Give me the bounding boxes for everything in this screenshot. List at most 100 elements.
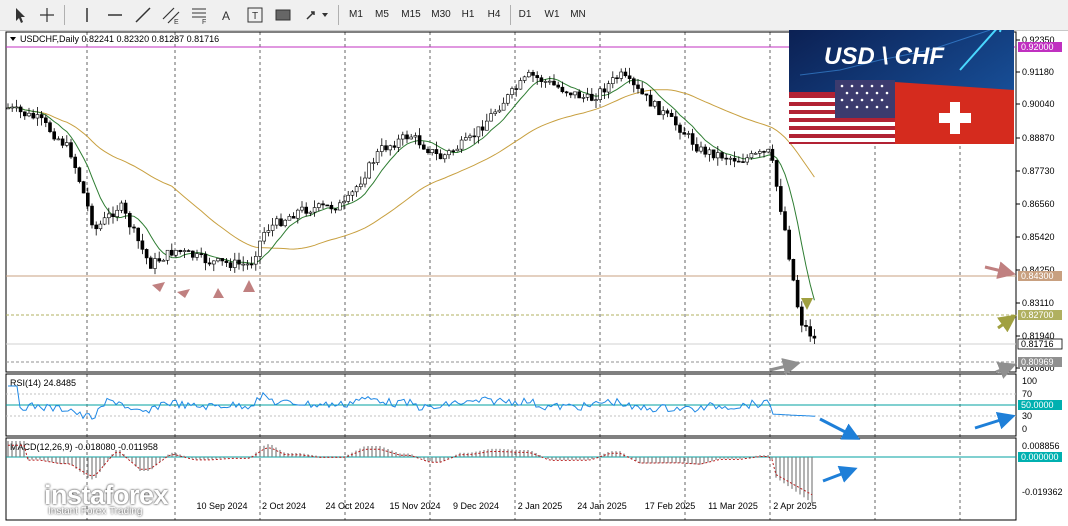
candle xyxy=(60,138,65,146)
candle xyxy=(451,150,456,152)
candle xyxy=(94,224,98,230)
candle xyxy=(564,91,569,94)
svg-text:F: F xyxy=(202,19,206,26)
candle xyxy=(556,84,561,88)
chart-header: USDCHF,Daily 0.82241 0.82320 0.81287 0.8… xyxy=(20,34,219,44)
candle xyxy=(434,149,439,155)
date-label: 17 Feb 2025 xyxy=(645,501,696,511)
candle xyxy=(43,117,48,123)
candle xyxy=(430,149,435,153)
tf-m30[interactable]: M30 xyxy=(426,4,456,26)
candle xyxy=(308,211,313,214)
candle xyxy=(791,258,796,281)
candle xyxy=(22,111,27,117)
candle xyxy=(186,250,191,252)
tf-mn[interactable]: MN xyxy=(566,4,590,26)
candle xyxy=(220,258,224,262)
candle xyxy=(640,88,645,95)
candle xyxy=(682,132,687,135)
candle xyxy=(111,213,115,217)
candle xyxy=(249,263,254,266)
candle xyxy=(522,76,527,81)
candle xyxy=(123,202,128,214)
candle xyxy=(766,148,771,153)
candle xyxy=(778,186,783,212)
candle xyxy=(304,206,309,214)
vertical-line-icon[interactable] xyxy=(76,4,98,26)
rectangle-icon[interactable] xyxy=(272,4,294,26)
text-label-icon[interactable]: T xyxy=(244,4,266,26)
cursor-icon[interactable] xyxy=(8,4,30,26)
date-label: 9 Dec 2024 xyxy=(453,501,499,511)
candle xyxy=(699,146,703,152)
candle xyxy=(636,84,640,89)
candle xyxy=(312,207,317,213)
candle xyxy=(56,138,61,141)
candle xyxy=(6,107,10,110)
rsi-tag: 50.0000 xyxy=(1018,400,1062,410)
candle xyxy=(619,71,624,79)
price-tick: 0.91180 xyxy=(1022,67,1054,77)
candle xyxy=(207,262,212,265)
candle xyxy=(661,110,666,116)
candle xyxy=(787,229,792,260)
tf-h4[interactable]: H4 xyxy=(482,4,506,26)
svg-text:50.0000: 50.0000 xyxy=(1021,400,1054,410)
candle xyxy=(27,112,31,117)
tf-m5[interactable]: M5 xyxy=(370,4,394,26)
candle xyxy=(459,139,464,150)
candle xyxy=(745,157,750,163)
horizontal-line-icon[interactable] xyxy=(104,4,126,26)
candle xyxy=(594,99,598,101)
candle xyxy=(379,145,384,152)
price-tick: 0.87730 xyxy=(1022,166,1055,176)
chart-area[interactable]: USDCHF,Daily 0.82241 0.82320 0.81287 0.8… xyxy=(0,2,1068,521)
banner-title: USD \ CHF xyxy=(824,43,945,70)
arrows-icon[interactable] xyxy=(302,4,330,26)
macd-tick-bottom: -0.019362 xyxy=(1022,487,1063,497)
candle xyxy=(224,260,229,263)
candle xyxy=(644,93,649,96)
tf-m15[interactable]: M15 xyxy=(396,4,426,26)
candle xyxy=(526,72,531,78)
candle xyxy=(287,216,292,221)
candle xyxy=(665,110,670,114)
candle xyxy=(119,202,124,211)
candle xyxy=(384,145,388,151)
candle xyxy=(489,113,493,122)
candle xyxy=(484,120,489,131)
date-label: 2 Jan 2025 xyxy=(518,501,563,511)
price-tick: 0.86560 xyxy=(1022,199,1055,209)
candle xyxy=(149,257,153,269)
candle xyxy=(212,260,216,265)
candle xyxy=(258,240,262,257)
candle xyxy=(812,335,817,339)
fibonacci-icon[interactable]: F xyxy=(188,4,210,26)
crosshair-icon[interactable] xyxy=(36,4,58,26)
candle xyxy=(203,253,208,264)
channel-icon[interactable]: E xyxy=(160,4,182,26)
trendline-icon[interactable] xyxy=(132,4,154,26)
candle xyxy=(346,194,351,202)
price-tag-top: 0.92000 xyxy=(1018,42,1062,52)
candle xyxy=(493,111,498,114)
price-axis: 0.923500.911800.900400.888700.877300.865… xyxy=(1016,35,1055,373)
candle xyxy=(673,116,678,126)
text-icon[interactable]: A xyxy=(216,4,238,26)
tf-d1[interactable]: D1 xyxy=(514,4,536,26)
chart-canvas[interactable]: USDCHF,Daily 0.82241 0.82320 0.81287 0.8… xyxy=(0,2,1068,521)
candle xyxy=(295,209,300,219)
tf-w1[interactable]: W1 xyxy=(540,4,564,26)
tf-h1[interactable]: H1 xyxy=(456,4,480,26)
candle xyxy=(195,253,199,258)
candle xyxy=(690,133,695,145)
candle xyxy=(531,72,535,76)
candle xyxy=(657,101,661,116)
candle xyxy=(589,93,594,101)
candle xyxy=(543,81,548,83)
candle xyxy=(501,102,506,111)
macd-tick-top: 0.008856 xyxy=(1022,441,1060,451)
candle xyxy=(808,326,813,337)
candle xyxy=(333,208,338,211)
tf-m1[interactable]: M1 xyxy=(344,4,368,26)
